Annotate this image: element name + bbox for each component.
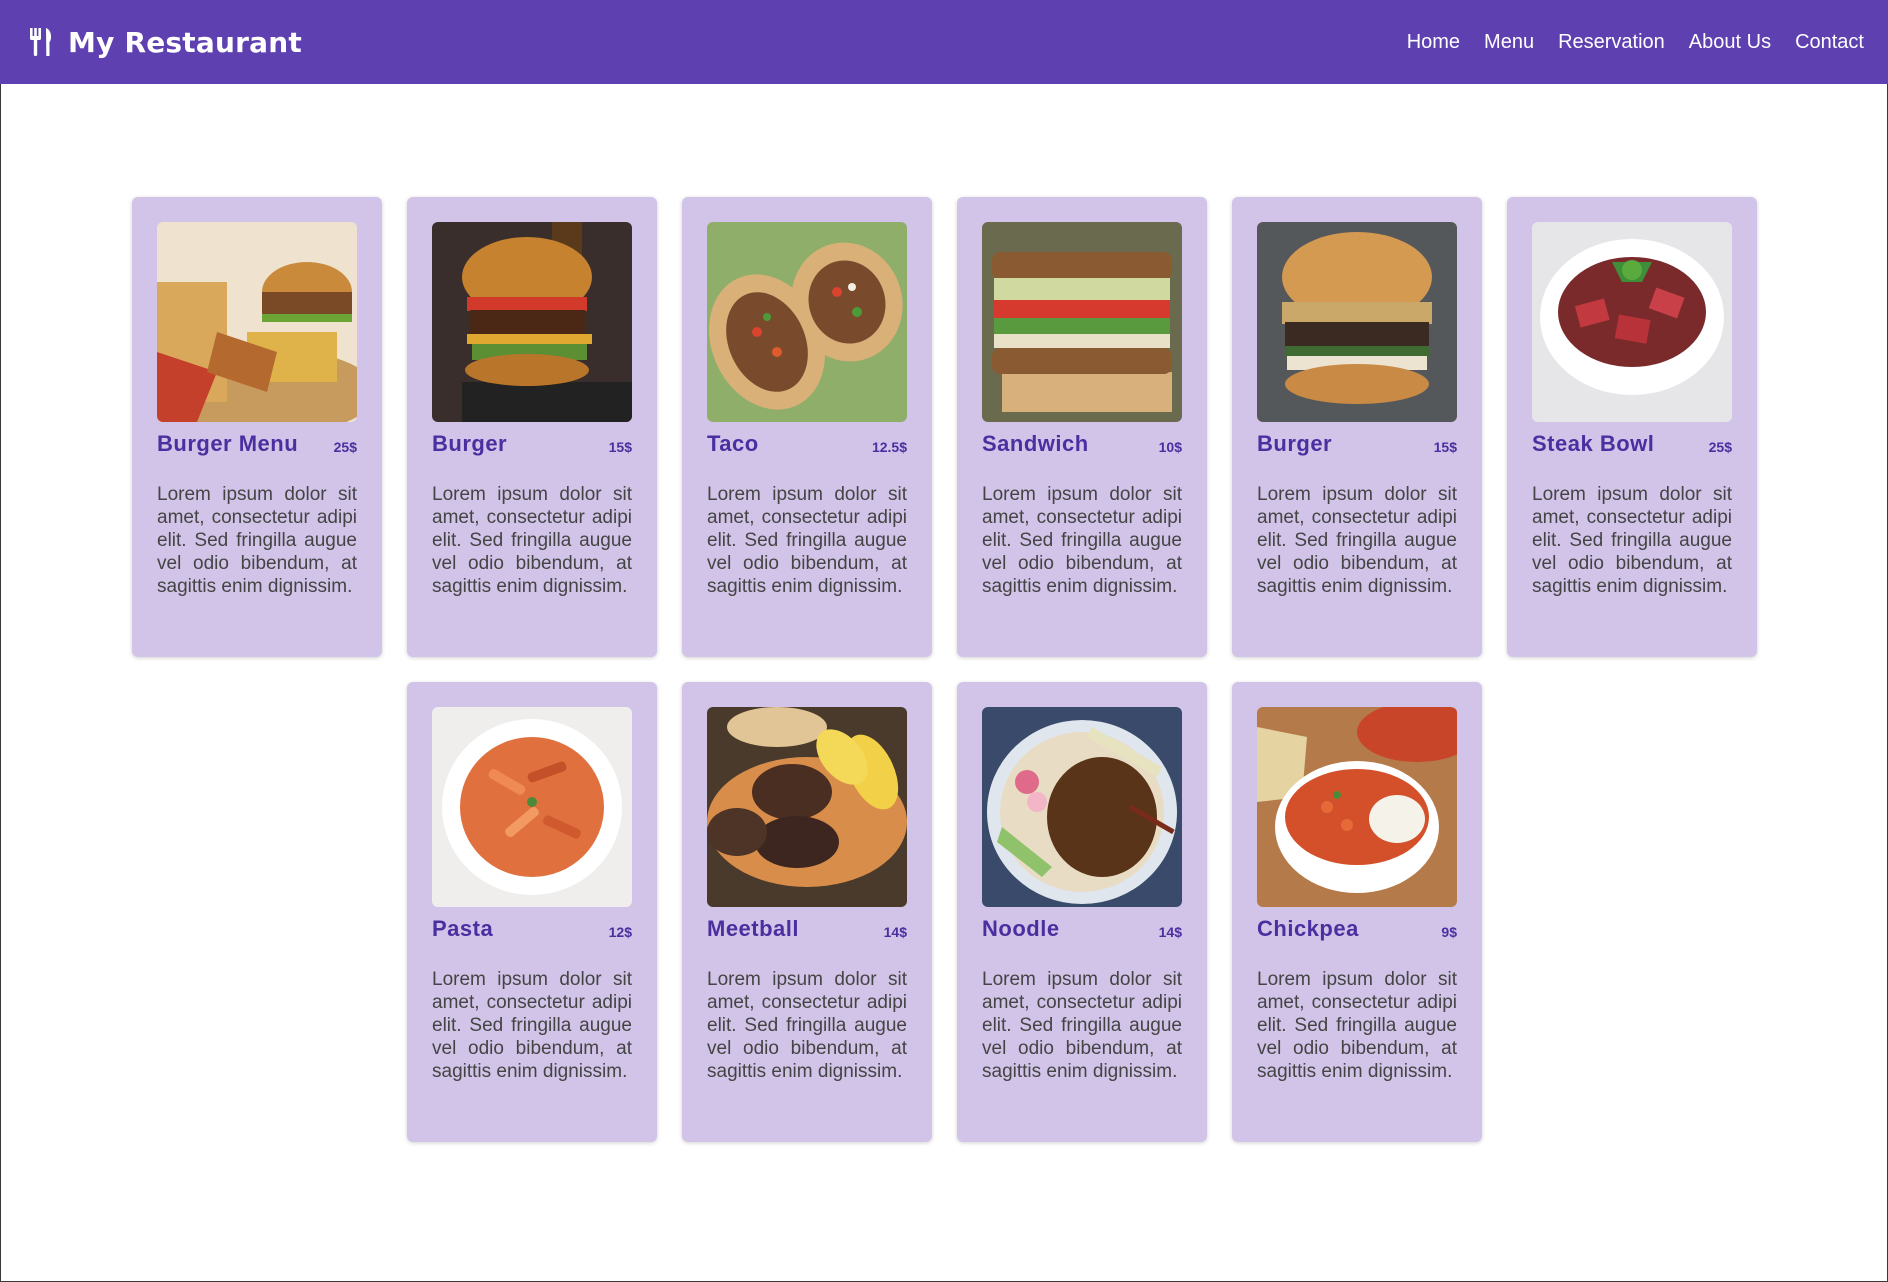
item-description: Lorem ipsum dolor sit amet, consectetur … xyxy=(432,484,632,597)
item-name: Noodle xyxy=(982,916,1060,941)
menu-card[interactable]: Sandwich 10$ Lorem ipsum dolor sit amet,… xyxy=(957,197,1207,657)
food-image xyxy=(1257,222,1457,422)
item-price: 9$ xyxy=(1441,924,1457,940)
item-price: 25$ xyxy=(333,439,357,455)
menu-card[interactable]: Noodle 14$ Lorem ipsum dolor sit amet, c… xyxy=(957,682,1207,1142)
item-price: 14$ xyxy=(883,924,907,940)
item-name: Chickpea xyxy=(1257,916,1359,941)
item-price: 14$ xyxy=(1158,924,1182,940)
item-description: Lorem ipsum dolor sit amet, consectetur … xyxy=(707,484,907,597)
item-name: Pasta xyxy=(432,916,494,941)
item-price: 15$ xyxy=(608,439,632,455)
food-image xyxy=(432,222,632,422)
item-description: Lorem ipsum dolor sit amet, consectetur … xyxy=(157,484,357,597)
menu-card[interactable]: Steak Bowl 25$ Lorem ipsum dolor sit ame… xyxy=(1507,197,1757,657)
item-description: Lorem ipsum dolor sit amet, consectetur … xyxy=(1257,484,1457,597)
food-image xyxy=(157,222,357,422)
menu-card[interactable]: Chickpea 9$ Lorem ipsum dolor sit amet, … xyxy=(1232,682,1482,1142)
item-description: Lorem ipsum dolor sit amet, consectetur … xyxy=(432,969,632,1082)
food-image xyxy=(1257,707,1457,907)
food-image xyxy=(982,707,1182,907)
item-name: Burger Menu xyxy=(157,431,299,456)
menu-card[interactable]: Taco 12.5$ Lorem ipsum dolor sit amet, c… xyxy=(682,197,932,657)
food-image xyxy=(1532,222,1732,422)
food-image xyxy=(707,707,907,907)
menu-grid: Burger Menu 25$ Lorem ipsum dolor sit am… xyxy=(0,0,1888,1282)
item-price: 12.5$ xyxy=(871,439,907,455)
food-image xyxy=(432,707,632,907)
food-image xyxy=(707,222,907,422)
item-name: Sandwich xyxy=(982,431,1089,456)
menu-card[interactable]: Burger Menu 25$ Lorem ipsum dolor sit am… xyxy=(132,197,382,657)
item-description: Lorem ipsum dolor sit amet, consectetur … xyxy=(982,484,1182,597)
item-name: Meetball xyxy=(707,916,800,941)
item-description: Lorem ipsum dolor sit amet, consectetur … xyxy=(707,969,907,1082)
menu-card[interactable]: Burger 15$ Lorem ipsum dolor sit amet, c… xyxy=(1232,197,1482,657)
food-image xyxy=(982,222,1182,422)
menu-card[interactable]: Burger 15$ Lorem ipsum dolor sit amet, c… xyxy=(407,197,657,657)
item-price: 25$ xyxy=(1708,439,1732,455)
menu-card[interactable]: Pasta 12$ Lorem ipsum dolor sit amet, co… xyxy=(407,682,657,1142)
menu-card[interactable]: Meetball 14$ Lorem ipsum dolor sit amet,… xyxy=(682,682,932,1142)
item-name: Steak Bowl xyxy=(1532,431,1655,456)
item-price: 12$ xyxy=(608,924,632,940)
item-price: 10$ xyxy=(1158,439,1182,455)
item-description: Lorem ipsum dolor sit amet, consectetur … xyxy=(982,969,1182,1082)
item-price: 15$ xyxy=(1433,439,1457,455)
item-description: Lorem ipsum dolor sit amet, consectetur … xyxy=(1257,969,1457,1082)
item-description: Lorem ipsum dolor sit amet, consectetur … xyxy=(1532,484,1732,597)
item-name: Taco xyxy=(707,431,759,456)
item-name: Burger xyxy=(1257,431,1333,456)
item-name: Burger xyxy=(432,431,508,456)
